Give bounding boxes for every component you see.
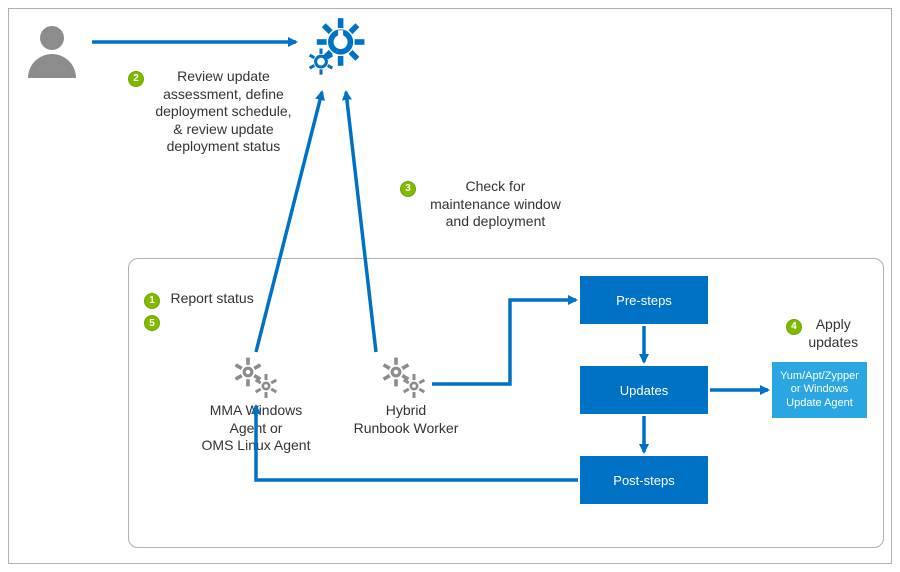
box-yum-label: Yum/Apt/Zypper or Windows Update Agent bbox=[780, 370, 859, 410]
badge-4: 4 bbox=[786, 319, 802, 335]
box-updates: Updates bbox=[580, 366, 708, 414]
step-1-5-block: 1 Report status 5 bbox=[144, 290, 254, 331]
hybrid-worker-label: Hybrid Runbook Worker bbox=[346, 402, 466, 437]
automation-gear-icon bbox=[300, 14, 370, 84]
box-updates-label: Updates bbox=[620, 383, 668, 398]
box-pre-steps: Pre-steps bbox=[580, 276, 708, 324]
step-2-text: Review update assessment, define deploym… bbox=[152, 68, 294, 156]
badge-3: 3 bbox=[400, 181, 416, 197]
box-post-steps-label: Post-steps bbox=[613, 473, 674, 488]
user-icon bbox=[22, 20, 82, 80]
step-3-text: Check for maintenance window and deploym… bbox=[424, 178, 566, 231]
box-post-steps: Post-steps bbox=[580, 456, 708, 504]
badge-1: 1 bbox=[144, 293, 160, 309]
badge-2: 2 bbox=[128, 71, 144, 87]
box-yum: Yum/Apt/Zypper or Windows Update Agent bbox=[772, 362, 867, 418]
step-2-block: 2 Review update assessment, define deplo… bbox=[128, 68, 298, 156]
step-4-block: 4 Apply updates bbox=[772, 316, 872, 351]
mma-agent-label: MMA Windows Agent or OMS Linux Agent bbox=[196, 402, 316, 455]
agent-gears-icon bbox=[232, 356, 282, 400]
box-pre-steps-label: Pre-steps bbox=[616, 293, 672, 308]
step-3-block: 3 Check for maintenance window and deplo… bbox=[400, 178, 570, 231]
badge-5: 5 bbox=[144, 315, 160, 331]
step-4-text: Apply updates bbox=[808, 316, 858, 351]
hybrid-gears-icon bbox=[380, 356, 430, 400]
report-status-text: Report status bbox=[170, 290, 253, 306]
